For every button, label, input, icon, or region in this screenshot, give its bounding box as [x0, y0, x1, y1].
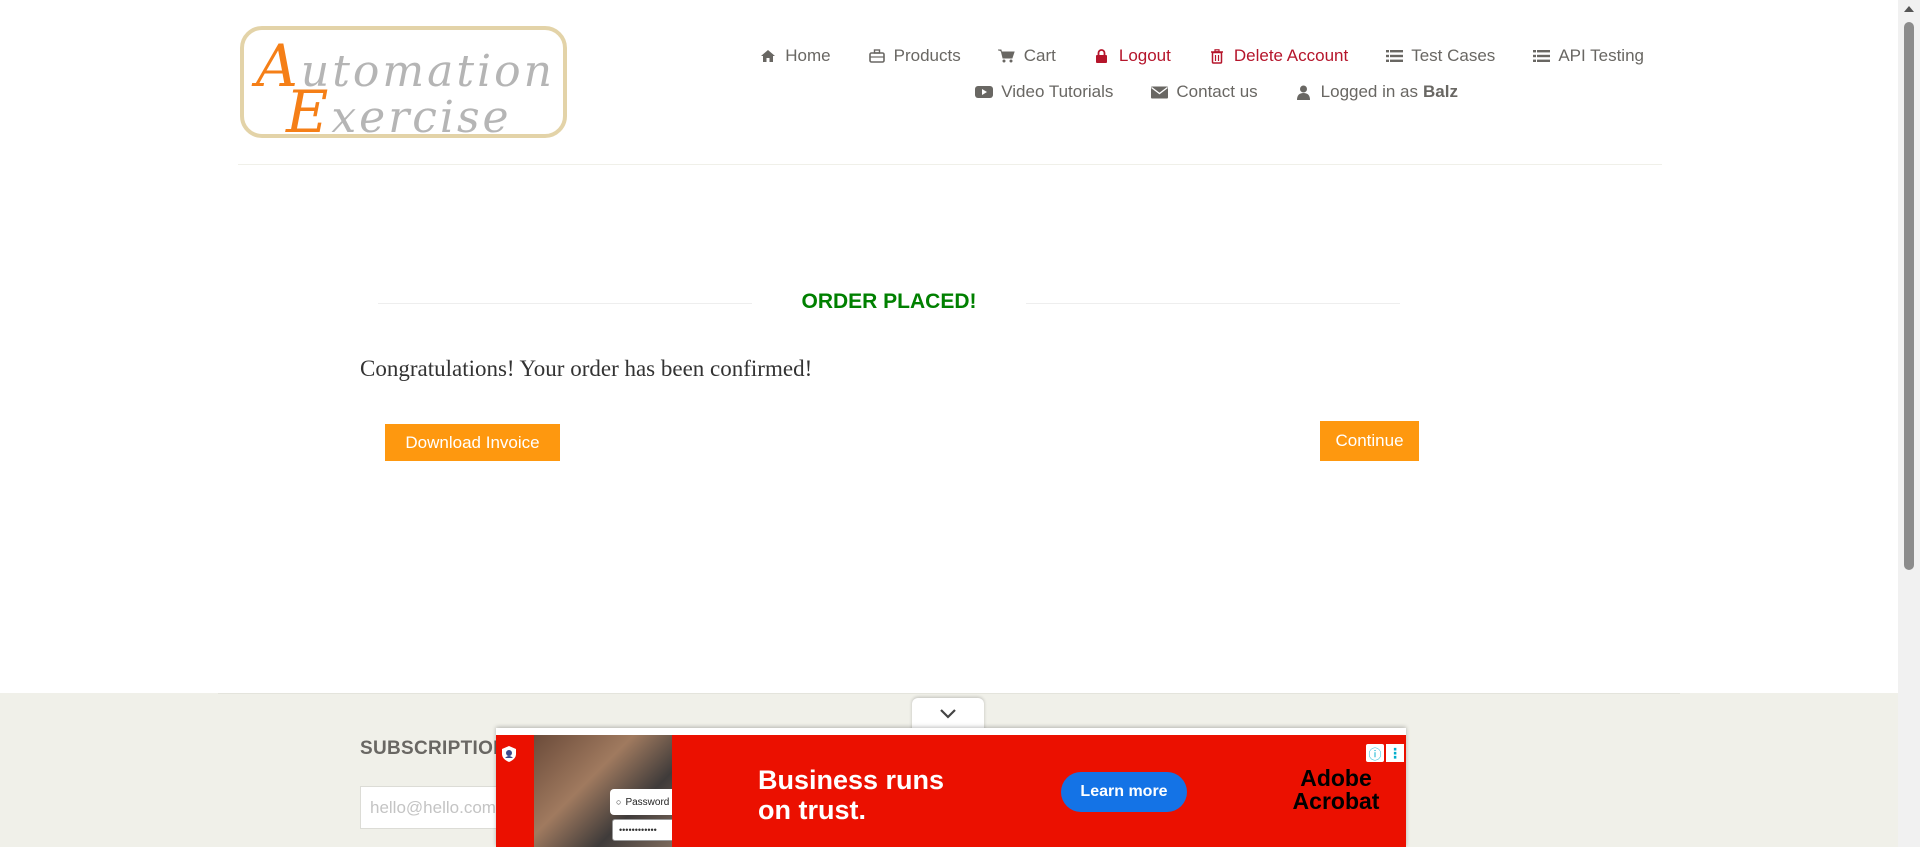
ad-banner[interactable]: ○ Password protect •••••••••••• Business… [496, 735, 1406, 847]
password-protect-chip: ○ Password protect [610, 789, 672, 815]
nav-test-cases[interactable]: Test Cases [1385, 46, 1495, 66]
ad-photo: ○ Password protect •••••••••••• [534, 735, 672, 847]
order-placed-title: ORDER PLACED! [801, 290, 977, 313]
nav-logout[interactable]: Logout [1093, 46, 1171, 66]
lock-icon: ○ [616, 797, 622, 807]
password-field-mock: •••••••••••• [612, 819, 672, 841]
nav-api-testing[interactable]: API Testing [1532, 46, 1644, 66]
logo-line-2: Exercise [286, 78, 512, 138]
chevron-down-icon [939, 706, 957, 724]
password-protect-label: Password protect [625, 796, 672, 808]
header: Automation Exercise Home Products Cart L… [0, 0, 1898, 166]
envelope-icon [1150, 84, 1168, 100]
user-icon [1295, 84, 1313, 100]
nav-products-label: Products [893, 46, 961, 65]
main-nav: Home Products Cart Logout Delete Account… [698, 38, 1898, 110]
download-invoice-button[interactable]: Download Invoice [385, 424, 560, 461]
lock-icon [1093, 48, 1111, 64]
logo-text-2: xercise [331, 92, 512, 138]
nav-cart-label: Cart [1023, 46, 1056, 65]
home-icon [759, 48, 777, 64]
logged-in-label: Logged in as [1320, 82, 1419, 101]
footer-divider [218, 693, 1680, 694]
nav-video-tutorials-label: Video Tutorials [1001, 82, 1114, 101]
logo-cap-e: E [286, 78, 332, 138]
scrollbar-thumb[interactable] [1904, 22, 1914, 570]
shield-icon [500, 745, 518, 763]
ad-brand-line-2: Acrobat [1292, 788, 1380, 814]
ad-collapse-toggle[interactable] [912, 698, 984, 732]
scroll-up-arrow-icon[interactable] [1904, 6, 1914, 12]
nav-home[interactable]: Home [759, 46, 831, 66]
continue-button[interactable]: Continue [1320, 421, 1419, 461]
subscription-title: SUBSCRIPTION [360, 738, 508, 759]
more-vertical-icon[interactable]: ⋮ [1386, 744, 1404, 762]
info-icon[interactable]: ⓘ [1366, 744, 1384, 762]
ad-learn-more-button[interactable]: Learn more [1061, 772, 1187, 812]
youtube-icon [975, 84, 994, 100]
nav-delete-account[interactable]: Delete Account [1208, 46, 1348, 66]
nav-video-tutorials[interactable]: Video Tutorials [975, 82, 1113, 102]
nav-cart[interactable]: Cart [998, 46, 1056, 66]
username: Balz [1423, 82, 1458, 101]
ad-headline: Business runs on trust. [758, 765, 944, 825]
nav-home-label: Home [785, 46, 831, 65]
list-icon [1532, 48, 1550, 64]
ad-headline-line-1: Business runs [758, 765, 945, 795]
title-rule-right [1026, 303, 1400, 304]
order-title-section: ORDER PLACED! [378, 285, 1402, 321]
title-rule-left [378, 303, 752, 304]
ad-headline-line-2: on trust. [758, 795, 866, 825]
nav-logged-in: Logged in as Balz [1295, 82, 1458, 102]
briefcase-icon [868, 48, 886, 64]
ad-brand: Adobe Acrobat [1286, 767, 1386, 813]
nav-products[interactable]: Products [868, 46, 961, 66]
list-icon [1385, 48, 1403, 64]
page-scrollbar[interactable] [1898, 0, 1920, 847]
nav-api-testing-label: API Testing [1558, 46, 1644, 65]
nav-row-1: Home Products Cart Logout Delete Account… [698, 38, 1898, 74]
nav-test-cases-label: Test Cases [1411, 46, 1496, 65]
nav-row-2: Video Tutorials Contact us Logged in as B… [698, 74, 1898, 110]
header-divider [238, 164, 1662, 165]
ad-container: ○ Password protect •••••••••••• Business… [496, 728, 1406, 847]
trash-icon [1208, 48, 1226, 64]
cart-icon [998, 48, 1016, 64]
nav-logout-label: Logout [1118, 46, 1171, 65]
nav-delete-account-label: Delete Account [1233, 46, 1349, 65]
ad-brand-line-1: Adobe [1300, 765, 1372, 791]
confirmation-message: Congratulations! Your order has been con… [360, 356, 813, 381]
nav-contact-us-label: Contact us [1176, 82, 1258, 101]
site-logo[interactable]: Automation Exercise [240, 26, 567, 138]
nav-contact-us[interactable]: Contact us [1150, 82, 1258, 102]
